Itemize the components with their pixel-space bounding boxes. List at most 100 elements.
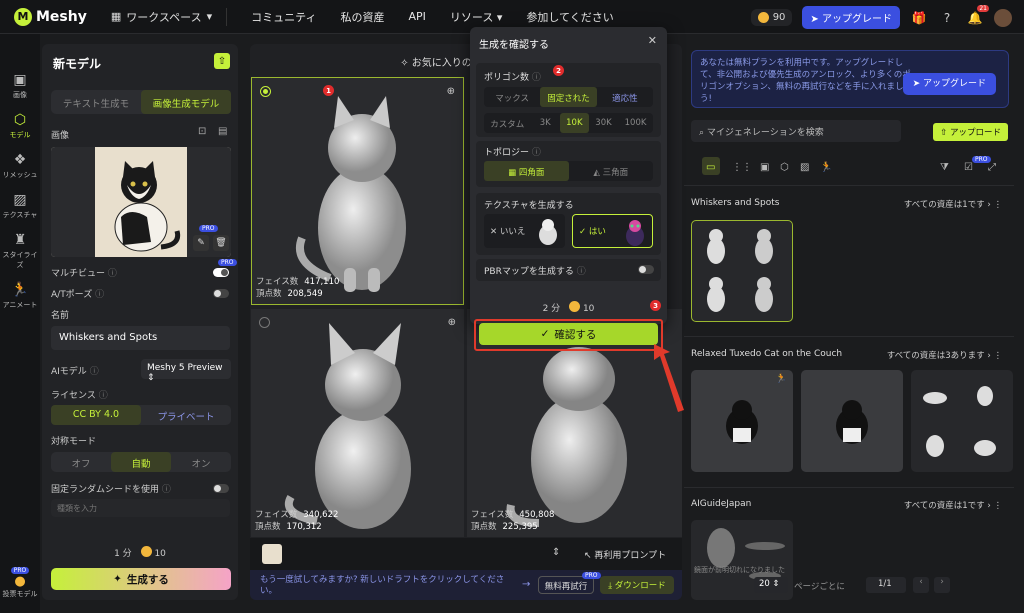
sidebar-item-image[interactable]: ▣ 画像 xyxy=(0,72,40,100)
workspace-menu[interactable]: ▦ ワークスペース ▾ xyxy=(111,9,212,25)
reference-thumbnail[interactable] xyxy=(262,544,282,564)
notification-badge: 21 xyxy=(977,4,989,12)
texture-icon[interactable]: ▨ xyxy=(800,162,809,173)
sidebar-item-vote[interactable]: PRO ● 投票モデル xyxy=(0,566,40,599)
draft-card-1[interactable]: ⊕ フェイス数 417,110 頂点数 208,549 xyxy=(251,77,464,305)
check-icon: ✓ xyxy=(540,328,550,340)
polygon-mode-fixed[interactable]: 固定された xyxy=(540,87,597,107)
sidebar-item-label: リメッシュ xyxy=(2,171,38,179)
search-input[interactable]: ⌕ マイジェネレーションを検索 xyxy=(691,120,901,142)
tab-text-to-model[interactable]: テキスト生成モ xyxy=(51,90,141,114)
generate-button[interactable]: ✦ 生成する xyxy=(51,568,231,590)
upload-icon[interactable]: ⇧ xyxy=(214,53,230,69)
symmetry-off[interactable]: オフ xyxy=(51,452,111,472)
page-indicator[interactable]: 1/1 xyxy=(866,577,906,593)
polygon-100k[interactable]: 100K xyxy=(618,113,653,133)
tab-image-to-model[interactable]: 画像生成モデル xyxy=(141,90,231,114)
zoom-icon[interactable]: ⊕ xyxy=(448,317,456,328)
sidebar-item-remesh[interactable]: ❖ リメッシュ xyxy=(0,152,40,180)
checkbox-icon[interactable]: ☑ xyxy=(964,162,973,173)
topology-quad[interactable]: ▦ 四角面 xyxy=(484,161,569,181)
group-view-all[interactable]: すべての資産は1です › ⋮ xyxy=(904,499,1002,511)
upgrade-button[interactable]: ➤ アップグレード xyxy=(802,6,900,29)
notice-upgrade-button[interactable]: ➤ アップグレード xyxy=(902,73,996,95)
chevron-updown-icon[interactable]: ⇕ xyxy=(552,547,560,558)
expand-icon[interactable]: ⤢ xyxy=(988,162,996,173)
texture-label: テクスチャを生成する xyxy=(484,201,574,211)
sidebar-item-stylize[interactable]: ♜ スタイライズ xyxy=(0,232,40,270)
multiview-toggle[interactable] xyxy=(213,268,229,277)
asset-tile[interactable] xyxy=(911,370,1013,472)
multi-image-icon[interactable]: ⊡ xyxy=(198,126,206,137)
credit-balance[interactable]: 90 xyxy=(750,9,793,26)
seed-toggle[interactable] xyxy=(213,484,229,493)
chevron-right-icon[interactable]: › xyxy=(934,577,950,593)
name-input[interactable]: Whiskers and Spots xyxy=(51,326,230,350)
atpose-toggle[interactable] xyxy=(213,289,229,298)
symmetry-auto[interactable]: 自動 xyxy=(111,452,171,472)
polygon-mode-adaptive[interactable]: 適応性 xyxy=(597,87,653,107)
avatar[interactable] xyxy=(994,8,1012,27)
close-icon[interactable]: ✕ xyxy=(648,34,657,47)
topology-triangle[interactable]: ◭ 三角面 xyxy=(569,161,654,181)
group-view-all[interactable]: すべての資産は3あります › ⋮ xyxy=(887,349,1002,361)
polygon-custom[interactable]: カスタム xyxy=(484,113,531,133)
draft-select-radio[interactable] xyxy=(259,317,270,328)
upload-button[interactable]: ⇧ アップロード xyxy=(933,123,1008,141)
asset-tile[interactable]: 🏃 xyxy=(691,370,793,472)
sidebar-item-texture[interactable]: ▨ テクスチャ xyxy=(0,192,40,220)
nav-resources[interactable]: リソース ▾ xyxy=(450,9,502,25)
group-view-all[interactable]: すべての資産は1です › ⋮ xyxy=(904,198,1002,210)
polygon-30k[interactable]: 30K xyxy=(589,113,618,133)
reuse-prompt-button[interactable]: ↖ 再利用プロンプト xyxy=(584,548,666,561)
per-page-select[interactable]: 20 ⇕ xyxy=(754,577,788,593)
polygon-10k[interactable]: 10K xyxy=(559,113,589,133)
topology-triangle-label: 三角面 xyxy=(602,168,629,178)
cube-icon[interactable]: ⬡ xyxy=(780,162,789,173)
polygon-mode-max[interactable]: マックス xyxy=(484,87,540,107)
eraser-icon[interactable]: ✎ xyxy=(193,235,209,251)
polygon-3k[interactable]: 3K xyxy=(531,113,560,133)
zoom-icon[interactable]: ⊕ xyxy=(447,86,455,97)
face-count: 340,622 xyxy=(303,510,339,520)
face-count: 417,110 xyxy=(304,277,340,287)
ai-model-select[interactable]: Meshy 5 Preview ⇕ xyxy=(141,359,231,383)
nav-api[interactable]: API xyxy=(409,10,426,23)
license-cc[interactable]: CC BY 4.0 xyxy=(51,405,141,425)
group-view-all-label: すべての資産は1です xyxy=(903,200,985,210)
gift-icon[interactable]: 🎁 xyxy=(910,9,928,27)
download-button[interactable]: ⤓ ダウンロード xyxy=(600,576,674,594)
trash-icon[interactable]: 🗑 xyxy=(213,235,229,251)
nav-join[interactable]: 参加してください xyxy=(526,9,613,25)
seed-input[interactable] xyxy=(51,499,230,517)
pbr-toggle[interactable] xyxy=(638,265,654,274)
license-private[interactable]: プライベート xyxy=(141,405,231,425)
tuxedo-cat-render xyxy=(801,370,903,472)
run-icon[interactable]: 🏃 xyxy=(820,162,832,173)
gallery-icon[interactable]: ▤ xyxy=(218,126,227,137)
texture-no-option[interactable]: ✕ いいえ xyxy=(484,214,565,248)
logo[interactable]: M Meshy xyxy=(14,7,87,26)
nav-my-assets[interactable]: 私の資産 xyxy=(341,9,385,25)
search-placeholder: マイジェネレーションを検索 xyxy=(706,128,824,138)
asset-tile[interactable] xyxy=(691,220,793,322)
uploaded-image[interactable]: PRO ✎ 🗑 xyxy=(51,147,231,257)
folder-icon[interactable]: ▭ xyxy=(706,162,715,173)
draft-card-2[interactable]: ⊕ フェイス数 340,622 頂点数 170,312 xyxy=(251,309,464,537)
texture-yes-option[interactable]: ✓ はい xyxy=(572,214,653,248)
help-icon[interactable]: ? xyxy=(938,9,956,27)
asset-tile[interactable] xyxy=(801,370,903,472)
sidebar-item-animate[interactable]: 🏃 アニメート xyxy=(0,282,40,310)
filter-off-icon[interactable]: ⧩ xyxy=(940,162,949,173)
draft-select-radio[interactable] xyxy=(260,86,271,97)
symmetry-on[interactable]: オン xyxy=(171,452,231,472)
grid-icon[interactable]: ⋮⋮ xyxy=(732,162,752,173)
per-page-value: 20 xyxy=(759,579,770,589)
cost-summary: 1 分 10 xyxy=(42,546,238,559)
chevron-left-icon[interactable]: ‹ xyxy=(913,577,929,593)
image-icon[interactable]: ▣ xyxy=(760,162,769,173)
sidebar-item-model[interactable]: ⬡ モデル xyxy=(0,112,40,140)
confirm-button[interactable]: ✓ 確認する xyxy=(479,323,658,345)
nav-community[interactable]: コミュニティ xyxy=(251,9,316,25)
bell-icon[interactable]: 🔔 21 xyxy=(966,4,989,27)
